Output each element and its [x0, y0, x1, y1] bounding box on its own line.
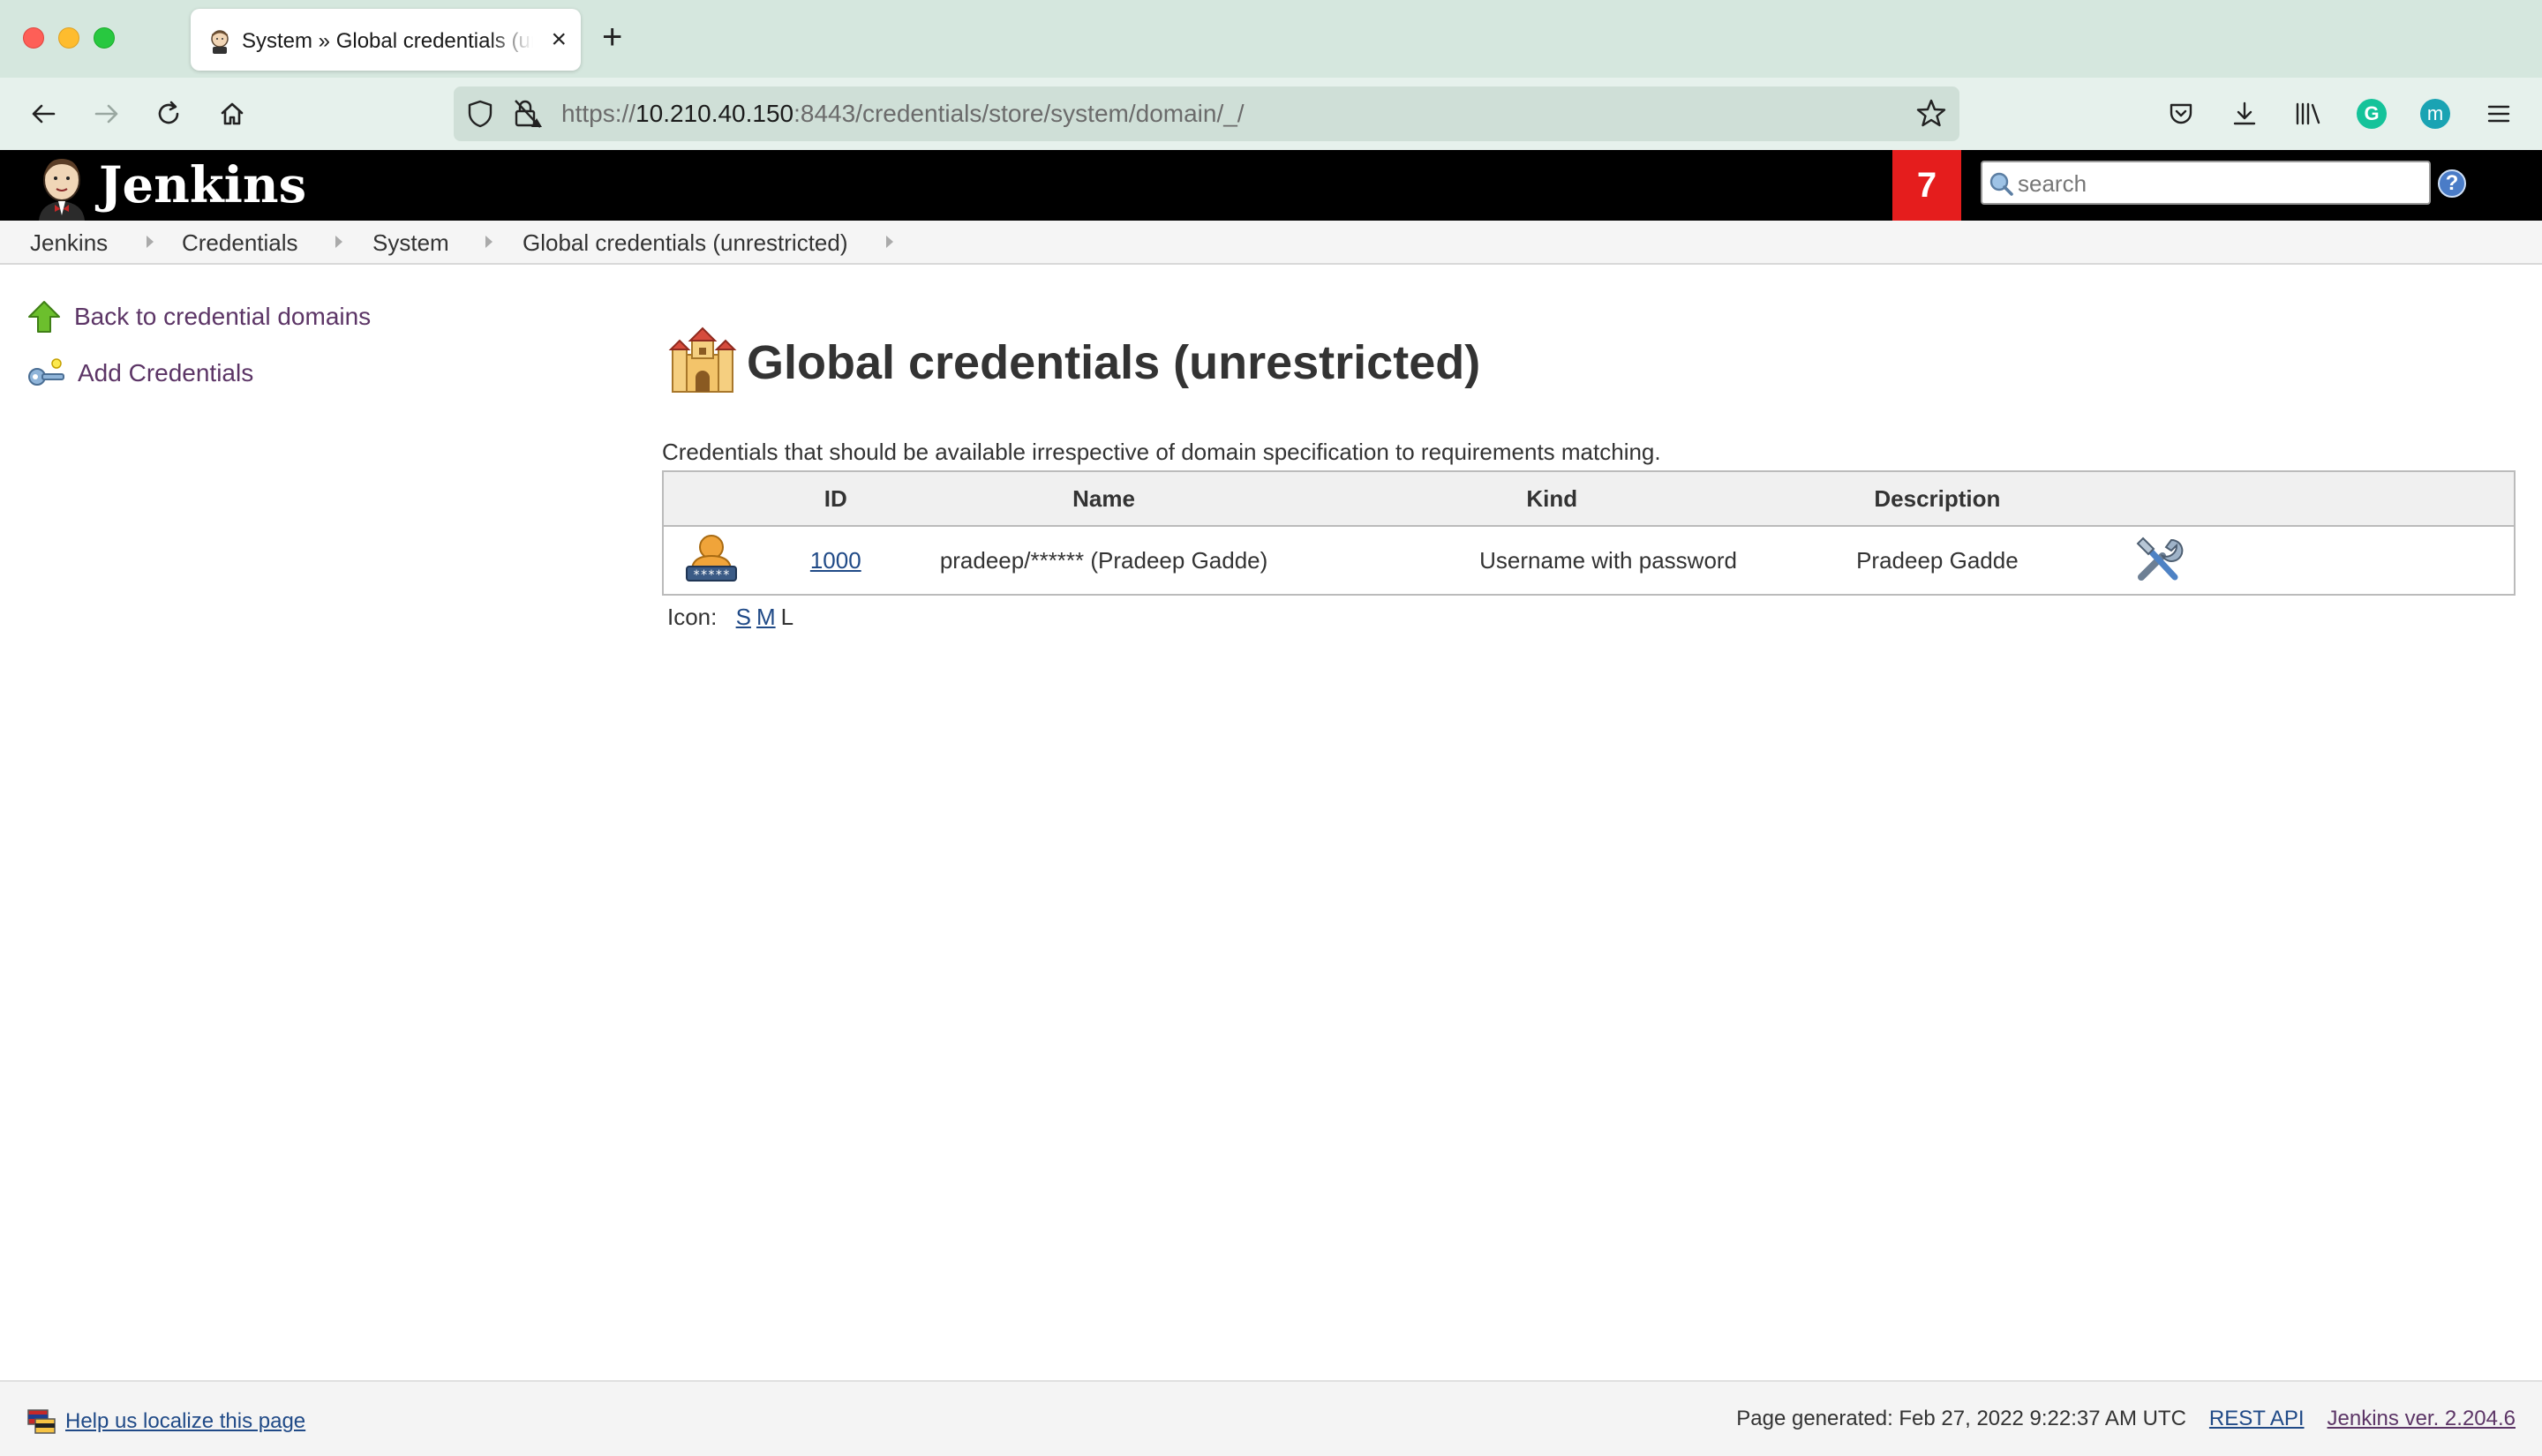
url-text[interactable]: https://10.210.40.150:8443/credentials/s…: [561, 99, 1245, 129]
icon-size-label: Icon:: [667, 604, 718, 630]
localize-link[interactable]: Help us localize this page: [65, 1409, 305, 1434]
key-icon: [28, 358, 64, 386]
icon-size-small-link[interactable]: S: [736, 604, 751, 630]
breadcrumb-arrow-icon[interactable]: [485, 236, 493, 248]
pocket-icon: [2170, 103, 2192, 124]
page-footer: Help us localize this page Page generate…: [0, 1380, 2542, 1456]
breadcrumb-global-credentials[interactable]: Global credentials (unrestricted): [523, 229, 848, 257]
library-icon: [2296, 102, 2320, 125]
m-extension-icon: m: [2420, 99, 2450, 129]
breadcrumb-arrow-icon[interactable]: [335, 236, 342, 248]
browser-navbar: https://10.210.40.150:8443/credentials/s…: [0, 78, 2542, 150]
forward-arrow-icon: [94, 104, 118, 124]
url-path: :8443/credentials/store/system/domain/_/: [793, 100, 1245, 127]
column-header-kind[interactable]: Kind: [1296, 471, 1809, 527]
column-header-id[interactable]: ID: [759, 471, 912, 527]
credentials-table: ID Name Kind Description ***** 1000 prad…: [662, 470, 2516, 596]
credential-name-cell: pradeep/****** (Pradeep Gadde): [939, 546, 1268, 574]
pocket-button[interactable]: [2162, 95, 2200, 132]
page-title: Global credentials (unrestricted): [747, 336, 1481, 389]
minimize-window-button[interactable]: [58, 27, 79, 49]
home-icon: [221, 102, 244, 125]
up-arrow-icon: [28, 301, 60, 333]
page-description: Credentials that should be available irr…: [662, 439, 1661, 465]
jenkins-title[interactable]: Jenkins: [99, 157, 306, 214]
bookmark-star-icon[interactable]: [1915, 97, 1947, 129]
home-button[interactable]: [212, 94, 252, 134]
column-header-description[interactable]: Description: [1808, 471, 2067, 527]
search-box: [1981, 161, 2431, 205]
icon-size-large-current: L: [780, 604, 794, 630]
credential-kind-cell: Username with password: [1479, 546, 1738, 574]
credential-description-cell: Pradeep Gadde: [1856, 546, 2019, 574]
column-header-icon: [663, 471, 760, 527]
configure-cell: [2067, 526, 2515, 595]
column-header-name[interactable]: Name: [911, 471, 1297, 527]
help-icon[interactable]: ?: [2438, 169, 2466, 198]
jenkins-version-link[interactable]: Jenkins ver. 2.204.6: [2328, 1407, 2516, 1430]
icon-size-selector: Icon: SML: [667, 603, 793, 631]
sidebar-item-add-credentials[interactable]: Add Credentials: [26, 356, 253, 391]
table-row: ***** 1000 pradeep/****** (Pradeep Gadde…: [663, 526, 2515, 595]
m-extension-button[interactable]: m: [2417, 95, 2454, 132]
credential-id-link[interactable]: 1000: [810, 547, 861, 574]
hamburger-menu-icon: [2487, 105, 2510, 123]
username-password-credential-icon: *****: [686, 534, 738, 582]
app-menu-button[interactable]: [2480, 95, 2517, 132]
back-arrow-icon: [32, 104, 56, 124]
grammarly-icon: G: [2357, 99, 2387, 129]
localize-flags-icon: [27, 1409, 56, 1434]
sidebar-item-back-to-domains[interactable]: Back to credential domains: [26, 299, 371, 334]
notification-badge[interactable]: 7: [1892, 150, 1961, 221]
tab-title: System » Global credentials (unrestricte…: [242, 29, 533, 53]
rest-api-link[interactable]: REST API: [2209, 1407, 2305, 1430]
breadcrumb-system[interactable]: System: [372, 229, 449, 257]
sidebar-item-label: Back to credential domains: [74, 303, 372, 330]
breadcrumb-arrow-icon[interactable]: [147, 236, 154, 248]
browser-tab[interactable]: System » Global credentials (unrestricte…: [191, 9, 581, 71]
jenkins-butler-logo-icon[interactable]: [28, 154, 95, 221]
row-icon-cell: *****: [663, 526, 760, 595]
breadcrumb: Jenkins Credentials System Global creden…: [0, 221, 2542, 265]
jenkins-favicon-icon: [211, 30, 229, 54]
url-scheme: https://: [561, 100, 636, 127]
search-input[interactable]: [2018, 166, 2424, 201]
back-button[interactable]: [23, 94, 64, 134]
credential-store-castle-icon: [668, 326, 737, 393]
page-generated-text: Page generated: Feb 27, 2022 9:22:37 AM …: [1736, 1407, 2186, 1430]
tab-close-icon[interactable]: ×: [551, 26, 567, 53]
insecure-lock-icon[interactable]: [512, 97, 544, 131]
credential-id-cell: 1000: [760, 526, 912, 595]
reload-icon: [158, 101, 179, 124]
sidebar-item-label: Add Credentials: [78, 359, 254, 387]
grammarly-extension-button[interactable]: G: [2353, 95, 2390, 132]
close-window-button[interactable]: [23, 27, 44, 49]
library-button[interactable]: [2290, 95, 2327, 132]
reload-button[interactable]: [148, 94, 189, 134]
url-host: 10.210.40.150: [636, 100, 794, 127]
table-header-row: ID Name Kind Description: [663, 471, 2515, 527]
breadcrumb-arrow-icon[interactable]: [886, 236, 893, 248]
icon-size-medium-link[interactable]: M: [756, 604, 776, 630]
address-bar[interactable]: https://10.210.40.150:8443/credentials/s…: [454, 86, 1959, 141]
localize-section: Help us localize this page: [26, 1407, 305, 1437]
column-header-actions: [2066, 471, 2515, 527]
browser-titlebar: System » Global credentials (unrestricte…: [0, 0, 2542, 78]
forward-button[interactable]: [86, 94, 127, 134]
downloads-button[interactable]: [2226, 95, 2263, 132]
configure-tools-icon[interactable]: [2132, 531, 2185, 584]
jenkins-header: Jenkins 7 ?: [0, 150, 2542, 221]
tracking-shield-icon[interactable]: [466, 99, 494, 129]
svg-text:*****: *****: [693, 568, 730, 582]
maximize-window-button[interactable]: [94, 27, 115, 49]
breadcrumb-jenkins[interactable]: Jenkins: [30, 229, 108, 257]
new-tab-button[interactable]: +: [602, 19, 622, 55]
download-icon: [2233, 101, 2256, 125]
breadcrumb-credentials[interactable]: Credentials: [182, 229, 298, 257]
search-icon: [1989, 172, 2013, 196]
footer-info: Page generated: Feb 27, 2022 9:22:37 AM …: [1736, 1407, 2516, 1431]
